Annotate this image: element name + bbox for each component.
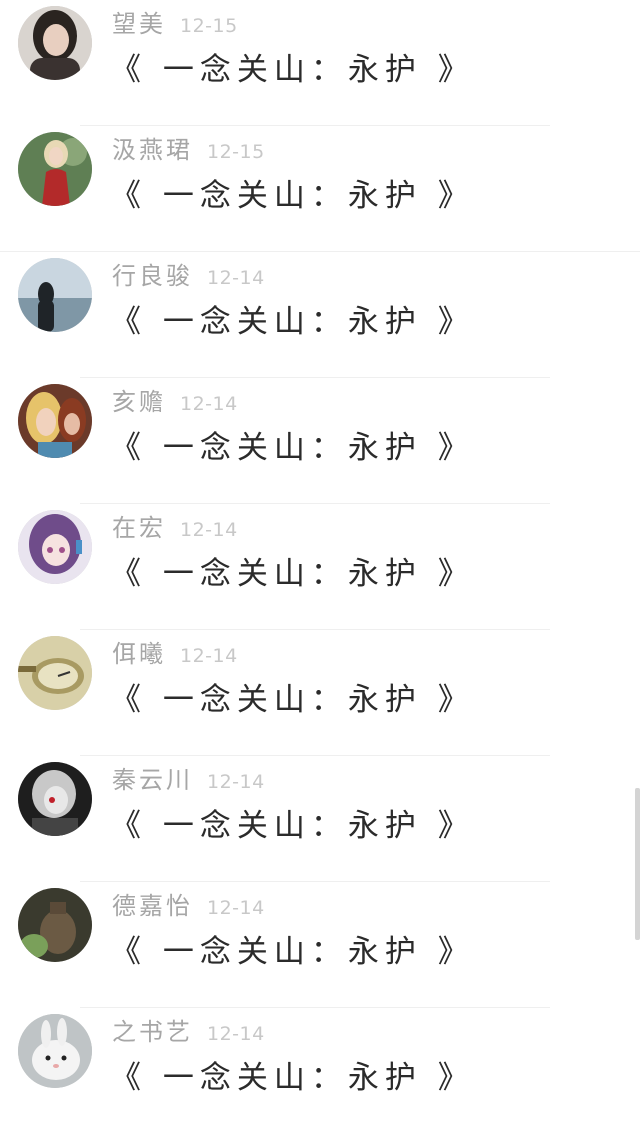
woman-red-dress-avatar	[18, 132, 92, 206]
list-item[interactable]: 之书艺 12-14 《 一念关山：永护 》	[0, 1008, 640, 1134]
avatar[interactable]	[18, 636, 92, 710]
avatar[interactable]	[18, 384, 92, 458]
message-text: 《 一念关山：永护 》	[110, 1060, 475, 1096]
username[interactable]: 亥赡 12-14	[112, 382, 238, 417]
message-text: 《 一念关山：永护 》	[110, 808, 475, 844]
post-date: 12-14	[180, 645, 238, 667]
list-item[interactable]: 行良骏 12-14 《 一念关山：永护 》	[0, 252, 640, 378]
post-date: 12-14	[207, 771, 265, 793]
username[interactable]: 德嘉怡 12-14	[112, 886, 265, 921]
pottery-vase-avatar	[18, 888, 92, 962]
seaside-silhouette-avatar	[18, 258, 92, 332]
username[interactable]: 秦云川 12-14	[112, 760, 265, 795]
post-date: 12-14	[207, 897, 265, 919]
username[interactable]: 佴曦 12-14	[112, 634, 238, 669]
username-text: 在宏	[112, 514, 166, 542]
message-text: 《 一念关山：永护 》	[110, 178, 475, 214]
username[interactable]: 之书艺 12-14	[112, 1012, 265, 1047]
anime-girl-avatar	[18, 510, 92, 584]
scrollbar[interactable]	[635, 788, 640, 940]
list-item[interactable]: 望美 12-15 《 一念关山：永护 》	[0, 0, 640, 126]
message-text: 《 一念关山：永护 》	[110, 430, 475, 466]
avatar[interactable]	[18, 1014, 92, 1088]
post-date: 12-15	[180, 15, 238, 37]
list-item[interactable]: 德嘉怡 12-14 《 一念关山：永护 》	[0, 882, 640, 1008]
list-item[interactable]: 亥赡 12-14 《 一念关山：永护 》	[0, 378, 640, 504]
list-item[interactable]: 在宏 12-14 《 一念关山：永护 》	[0, 504, 640, 630]
username[interactable]: 望美 12-15	[112, 4, 238, 39]
username-text: 亥赡	[112, 388, 166, 416]
message-text: 《 一念关山：永护 》	[110, 682, 475, 718]
username-text: 佴曦	[112, 640, 166, 668]
list-item[interactable]: 汲燕珺 12-15 《 一念关山：永护 》	[0, 126, 640, 252]
avatar[interactable]	[18, 132, 92, 206]
username-text: 望美	[112, 10, 166, 38]
list-item[interactable]: 佴曦 12-14 《 一念关山：永护 》	[0, 630, 640, 756]
woman-portrait-avatar	[18, 6, 92, 80]
username-text: 秦云川	[112, 766, 193, 794]
post-date: 12-14	[207, 267, 265, 289]
white-rabbit-avatar	[18, 1014, 92, 1088]
post-date: 12-15	[207, 141, 265, 163]
message-text: 《 一念关山：永护 》	[110, 556, 475, 592]
username[interactable]: 汲燕珺 12-15	[112, 130, 265, 165]
message-text: 《 一念关山：永护 》	[110, 52, 475, 88]
avatar[interactable]	[18, 888, 92, 962]
list-item[interactable]: 秦云川 12-14 《 一念关山：永护 》	[0, 756, 640, 882]
username[interactable]: 行良骏 12-14	[112, 256, 265, 291]
avatar[interactable]	[18, 6, 92, 80]
username-text: 行良骏	[112, 262, 193, 290]
old-watch-avatar	[18, 636, 92, 710]
message-text: 《 一念关山：永护 》	[110, 304, 475, 340]
avatar[interactable]	[18, 510, 92, 584]
username-text: 汲燕珺	[112, 136, 193, 164]
post-date: 12-14	[207, 1023, 265, 1045]
illustrated-women-avatar	[18, 384, 92, 458]
avatar[interactable]	[18, 762, 92, 836]
username-text: 德嘉怡	[112, 892, 193, 920]
username[interactable]: 在宏 12-14	[112, 508, 238, 543]
username-text: 之书艺	[112, 1018, 193, 1046]
dark-anime-avatar	[18, 762, 92, 836]
message-text: 《 一念关山：永护 》	[110, 934, 475, 970]
post-date: 12-14	[180, 393, 238, 415]
post-date: 12-14	[180, 519, 238, 541]
avatar[interactable]	[18, 258, 92, 332]
